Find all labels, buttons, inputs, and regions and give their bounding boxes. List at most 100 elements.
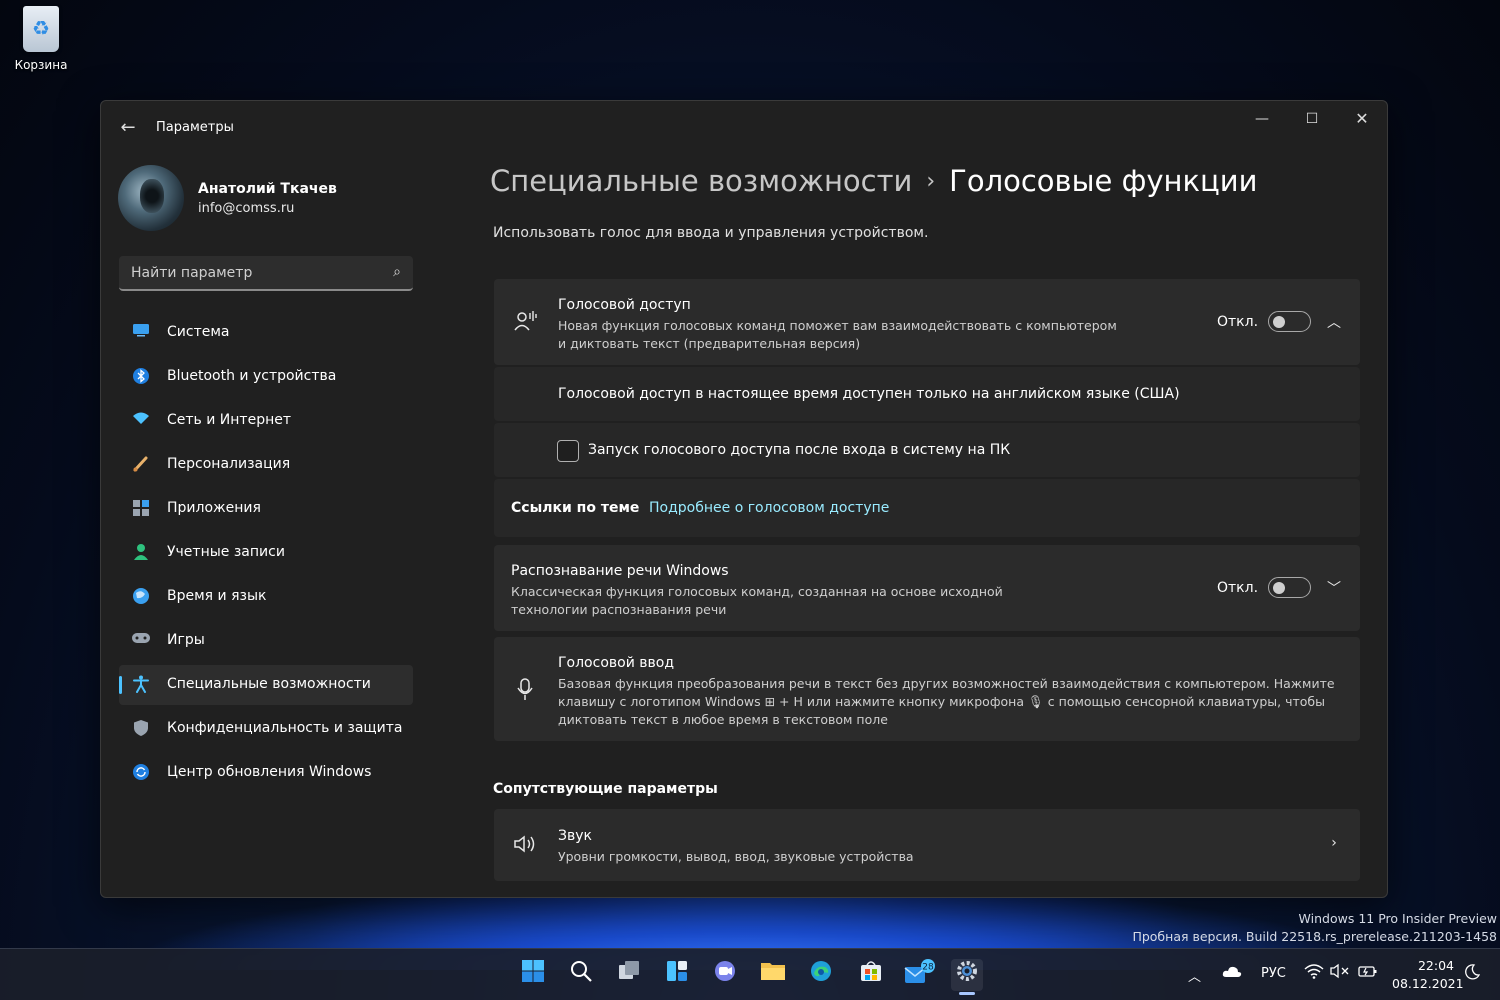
sidebar-item-network[interactable]: Сеть и Интернет [119, 401, 413, 441]
speech-recognition-toggle-label: Откл. [1217, 580, 1259, 596]
startup-checkbox-label[interactable]: Запуск голосового доступа после входа в … [588, 442, 1010, 458]
show-hidden-icons-chevron-icon[interactable]: ︿ [1188, 966, 1201, 985]
sidebar-item-label: Bluetooth и устройства [167, 368, 337, 384]
sidebar-item-bluetooth[interactable]: Bluetooth и устройства [119, 357, 413, 397]
speech-recognition-desc: Классическая функция голосовых команд, с… [511, 584, 1003, 617]
sidebar-item-apps[interactable]: Приложения [119, 489, 413, 529]
search-input[interactable]: Найти параметр ⌕ [119, 256, 413, 291]
sound-card[interactable]: Звук Уровни громкости, вывод, ввод, звук… [494, 809, 1360, 881]
sidebar-item-label: Персонализация [167, 456, 291, 472]
clock[interactable]: 22:04 08.12.2021 [1392, 957, 1464, 993]
active-app-indicator [959, 992, 975, 995]
voice-access-language-note: Голосовой доступ в настоящее время досту… [494, 367, 1360, 421]
onedrive-cloud-icon[interactable] [1222, 964, 1242, 982]
sound-desc: Уровни громкости, вывод, ввод, звуковые … [558, 849, 914, 864]
sidebar-item-label: Конфиденциальность и защита [167, 720, 403, 736]
user-email: info@comss.ru [198, 201, 295, 216]
sidebar-item-system[interactable]: Система [119, 313, 413, 353]
file-explorer-icon[interactable] [757, 959, 789, 991]
voice-access-icon [513, 309, 537, 338]
wifi-icon[interactable] [1304, 963, 1324, 983]
microphone-icon [513, 677, 537, 706]
chevron-up-icon[interactable]: ︿ [1326, 312, 1342, 332]
speech-recognition-card[interactable]: Распознавание речи Windows Классическая … [494, 545, 1360, 631]
sidebar-item-label: Система [167, 324, 230, 340]
sidebar-item-privacy[interactable]: Конфиденциальность и защита [119, 709, 413, 749]
speech-recognition-title: Распознавание речи Windows [511, 563, 729, 579]
recycle-bin-label: Корзина [14, 58, 68, 72]
learn-more-link[interactable]: Подробнее о голосовом доступе [649, 500, 889, 516]
sidebar-item-label: Специальные возможности [167, 676, 371, 692]
wifi-icon [131, 411, 151, 431]
shield-icon [131, 719, 151, 739]
speech-recognition-toggle[interactable] [1268, 577, 1311, 598]
gamepad-icon [131, 631, 151, 651]
avatar [118, 165, 184, 231]
start-icon[interactable] [517, 959, 549, 991]
accessibility-icon [131, 675, 151, 695]
update-icon [131, 763, 151, 783]
page-subtitle: Использовать голос для ввода и управлени… [493, 225, 929, 241]
chevron-right-icon: › [926, 169, 936, 194]
notification-badge: 28 [922, 963, 934, 973]
widgets-icon[interactable] [661, 959, 693, 991]
breadcrumb-parent[interactable]: Специальные возможности [490, 164, 912, 198]
globe-icon [131, 587, 151, 607]
voice-access-title: Голосовой доступ [558, 297, 691, 313]
volume-muted-icon[interactable] [1330, 963, 1350, 983]
voice-access-toggle[interactable] [1268, 311, 1311, 332]
mail-icon[interactable]: 28 [903, 959, 935, 991]
sidebar-item-label: Центр обновления Windows [167, 764, 372, 780]
clock-time: 22:04 [1417, 958, 1454, 973]
store-icon[interactable] [855, 959, 887, 991]
user-name: Анатолий Ткачев [198, 181, 337, 197]
voice-typing-card: Голосовой ввод Базовая функция преобразо… [494, 637, 1360, 741]
sidebar-item-time-language[interactable]: Время и язык [119, 577, 413, 617]
sidebar-item-gaming[interactable]: Игры [119, 621, 413, 661]
startup-checkbox[interactable] [557, 440, 579, 462]
sound-title: Звук [558, 828, 592, 844]
back-arrow-icon[interactable]: ← [117, 117, 139, 138]
related-links-row: Ссылки по теме Подробнее о голосовом дос… [494, 479, 1360, 537]
window-title: Параметры [156, 120, 234, 135]
sidebar-item-label: Приложения [167, 500, 261, 516]
edge-icon[interactable] [805, 959, 837, 991]
watermark-build: Пробная версия. Build 22518.rs_prereleas… [1132, 929, 1497, 944]
voice-typing-title: Голосовой ввод [558, 655, 674, 671]
voice-typing-desc: Базовая функция преобразования речи в те… [558, 676, 1335, 727]
voice-access-card[interactable]: Голосовой доступ Новая функция голосовых… [494, 279, 1360, 365]
related-settings-heading: Сопутствующие параметры [493, 781, 718, 797]
search-icon[interactable] [565, 959, 597, 991]
search-icon[interactable]: ⌕ [393, 264, 401, 280]
sidebar-item-label: Время и язык [167, 588, 267, 604]
sidebar-item-label: Учетные записи [167, 544, 285, 560]
chevron-right-icon[interactable]: › [1326, 835, 1342, 851]
bluetooth-icon [131, 367, 151, 387]
recycle-bin-icon [23, 6, 59, 52]
sidebar-item-accounts[interactable]: Учетные записи [119, 533, 413, 573]
sidebar-item-accessibility[interactable]: Специальные возможности [119, 665, 413, 705]
brush-icon [131, 455, 151, 475]
apps-icon [131, 499, 151, 519]
taskbar: 28 ︿ РУС 22:04 08.12.2021 [0, 948, 1500, 1000]
watermark-edition: Windows 11 Pro Insider Preview [1298, 911, 1497, 926]
sidebar-nav: Система Bluetooth и устройства Сеть и Ин… [119, 313, 413, 797]
clock-date: 08.12.2021 [1392, 976, 1464, 991]
voice-access-toggle-label: Откл. [1217, 314, 1259, 330]
focus-assist-moon-icon[interactable] [1464, 964, 1481, 984]
chevron-down-icon[interactable]: ﹀ [1326, 578, 1342, 598]
sidebar-item-windows-update[interactable]: Центр обновления Windows [119, 753, 413, 793]
task-view-icon[interactable] [613, 959, 645, 991]
person-icon [131, 543, 151, 563]
recycle-bin-desktop-icon[interactable]: Корзина [10, 6, 72, 72]
voice-access-startup-row: Запуск голосового доступа после входа в … [494, 423, 1360, 477]
teams-chat-icon[interactable] [709, 959, 741, 991]
settings-window: ← Параметры — ☐ ✕ Анатолий Ткачев info@c… [100, 100, 1388, 898]
sidebar-item-personalization[interactable]: Персонализация [119, 445, 413, 485]
related-links-label: Ссылки по теме [511, 500, 640, 516]
sidebar-item-label: Сеть и Интернет [167, 412, 291, 428]
settings-taskbar-icon[interactable] [951, 959, 983, 991]
battery-charging-icon[interactable] [1358, 963, 1378, 983]
input-language-indicator[interactable]: РУС [1261, 966, 1286, 981]
speaker-icon [513, 834, 537, 859]
